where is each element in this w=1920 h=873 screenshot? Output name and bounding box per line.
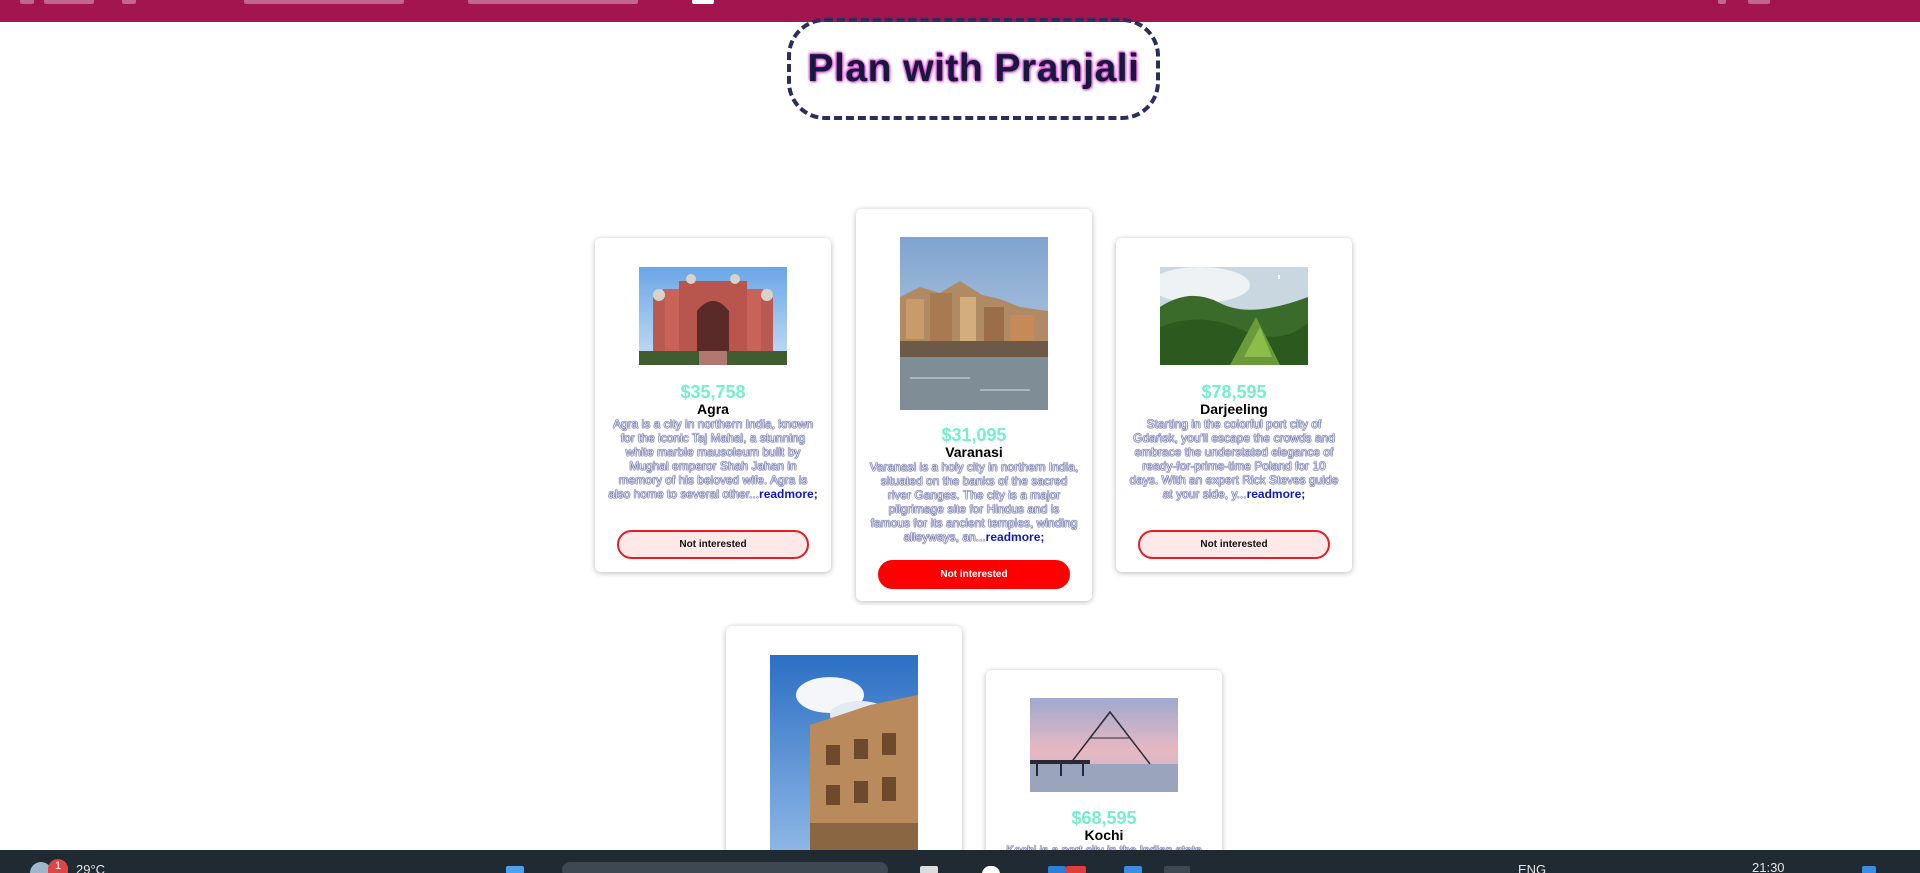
price: $78,595 bbox=[1201, 382, 1267, 402]
start-icon[interactable] bbox=[506, 866, 524, 873]
weather-temp[interactable]: 29°C bbox=[76, 862, 105, 873]
bookmark-item[interactable] bbox=[244, 0, 404, 4]
not-interested-button[interactable]: Not interested bbox=[878, 560, 1070, 589]
read-more-link[interactable]: readmore; bbox=[1247, 487, 1306, 501]
palace-image bbox=[770, 655, 918, 855]
vscode-icon[interactable] bbox=[1124, 866, 1142, 873]
file-explorer-icon[interactable] bbox=[920, 866, 938, 873]
language-indicator[interactable]: ENG bbox=[1518, 862, 1546, 873]
taskbar bbox=[0, 850, 1920, 873]
city-name: Darjeeling bbox=[1200, 401, 1268, 417]
varanasi-image bbox=[900, 237, 1048, 410]
title-frame: Plan with Pranjali bbox=[787, 18, 1160, 120]
read-more-link[interactable]: readmore; bbox=[759, 487, 818, 501]
active-app-icon[interactable] bbox=[1164, 866, 1190, 873]
kochi-image bbox=[1030, 698, 1178, 792]
city-name: Agra bbox=[697, 401, 729, 417]
read-more-link[interactable]: readmore; bbox=[986, 530, 1045, 544]
bookmarks-folder-icon[interactable] bbox=[1748, 0, 1770, 4]
apps-icon[interactable] bbox=[20, 0, 34, 4]
mail-icon[interactable] bbox=[1048, 866, 1066, 873]
taskbar-search-box[interactable] bbox=[562, 862, 888, 873]
agra-image bbox=[639, 267, 787, 365]
city-name: Varanasi bbox=[945, 444, 1003, 460]
destination-card-agra: $35,758 Agra Agra is a city in northern … bbox=[595, 238, 831, 572]
chrome-icon[interactable] bbox=[982, 866, 1000, 873]
price: $35,758 bbox=[680, 382, 746, 402]
not-interested-button[interactable]: Not interested bbox=[1138, 530, 1330, 559]
notification-badge-icon bbox=[1066, 866, 1086, 873]
description: Agra is a city in northern India, known … bbox=[607, 417, 819, 501]
darjeeling-image bbox=[1160, 267, 1308, 365]
destination-card-varanasi: $31,095 Varanasi Varanasi is a holy city… bbox=[856, 209, 1092, 601]
bookmark-item[interactable] bbox=[468, 0, 638, 4]
not-interested-button[interactable]: Not interested bbox=[617, 530, 809, 559]
weather-badge: 1 bbox=[48, 859, 68, 873]
description-text: Starting in the colorful port city of Gd… bbox=[1129, 417, 1339, 501]
description-text: Varanasi is a holy city in northern Indi… bbox=[869, 460, 1079, 544]
price: $31,095 bbox=[941, 425, 1007, 445]
taskbar-clock[interactable]: 21:30 bbox=[1752, 860, 1785, 873]
destination-card-palace bbox=[726, 626, 962, 866]
description: Starting in the colorful port city of Gd… bbox=[1128, 417, 1340, 501]
destination-card-darjeeling: $78,595 Darjeeling Starting in the color… bbox=[1116, 238, 1352, 572]
page-title: Plan with Pranjali bbox=[807, 47, 1140, 90]
bookmark-item[interactable] bbox=[122, 0, 136, 4]
price: $68,595 bbox=[1071, 808, 1137, 828]
extension-icon[interactable] bbox=[1718, 0, 1726, 4]
bookmark-item[interactable] bbox=[44, 0, 94, 4]
notification-center-icon[interactable] bbox=[1862, 866, 1876, 873]
bookmark-item[interactable] bbox=[692, 0, 714, 4]
city-name: Kochi bbox=[1084, 827, 1124, 843]
description: Varanasi is a holy city in northern Indi… bbox=[868, 460, 1080, 544]
destination-card-kochi: $68,595 Kochi Kochi is a port city in th… bbox=[986, 670, 1222, 866]
